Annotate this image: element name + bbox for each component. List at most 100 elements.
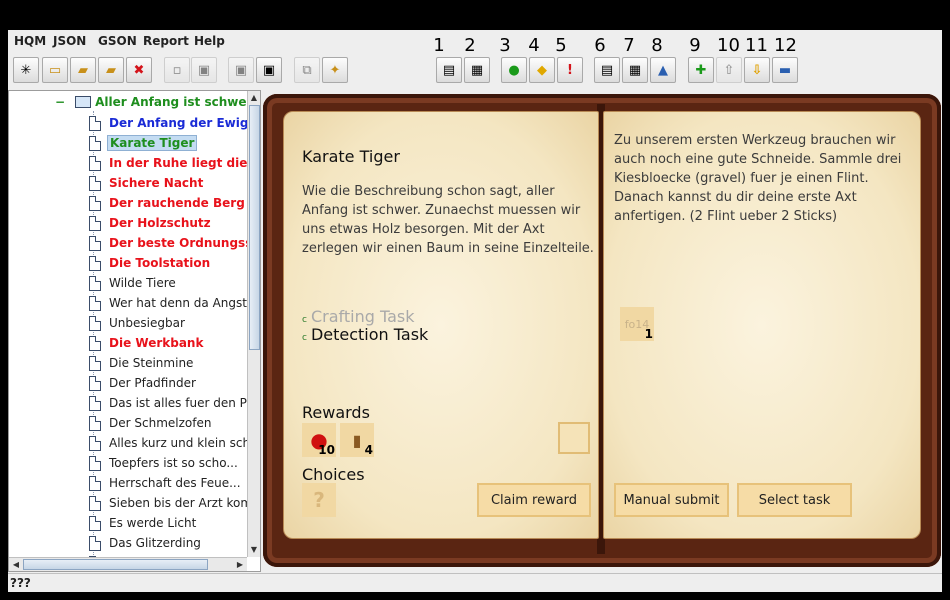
open-set-button[interactable]: ▰ [70, 57, 96, 83]
tree-root-label: Aller Anfang ist schwer [95, 95, 253, 109]
claim-reward-button[interactable]: Claim reward [477, 483, 591, 517]
open-button[interactable]: ▰ [98, 57, 124, 83]
reward-count: 10 [318, 443, 335, 457]
tree-item-label: Herrschaft des Feue... [109, 476, 241, 490]
file-icon [89, 155, 101, 171]
tree-item[interactable]: Der beste Ordnungssinn [89, 233, 260, 253]
tool-9-button[interactable]: ✚ [688, 57, 714, 83]
tree-horizontal-scroll-thumb[interactable] [23, 559, 208, 570]
tree-root-node[interactable]: − Aller Anfang ist schwer [55, 93, 252, 111]
file-icon [89, 255, 101, 271]
reward-empty-slot[interactable] [558, 422, 590, 454]
file-icon [89, 435, 101, 451]
tree-item-label: Unbesiegbar [109, 316, 185, 330]
tree-item[interactable]: Die Toolstation [89, 253, 212, 273]
file-icon [89, 475, 101, 491]
open-json-button[interactable]: ▭ [42, 57, 68, 83]
tree-item[interactable]: Sichere Nacht [89, 173, 205, 193]
tree-item[interactable]: Der Schmelzofen [89, 413, 213, 433]
star-folder-button[interactable]: ✦ [322, 57, 348, 83]
tree-item-label: Das ist alles fuer den Pot [109, 396, 259, 410]
close-button[interactable]: ✖ [126, 57, 152, 83]
new-file-button[interactable]: ✳ [13, 57, 39, 83]
tree-item[interactable]: Toepfers ist so scho... [89, 453, 240, 473]
tool-8-button[interactable]: ▲ [650, 57, 676, 83]
quest-description: Wie die Beschreibung schon sagt, aller A… [302, 184, 594, 256]
task-crafting[interactable]: c Crafting Task [302, 307, 415, 326]
reward-count: 4 [364, 443, 373, 457]
tool-1-button[interactable]: ▤ [436, 57, 462, 83]
tool-10-button[interactable]: ⇧ [716, 57, 742, 83]
disabled-button-2[interactable]: ▣ [228, 57, 254, 83]
green-dot-icon: ● [508, 62, 520, 78]
tool-6-button[interactable]: ▤ [594, 57, 620, 83]
number-label: 4 [528, 35, 540, 56]
tree-item[interactable]: Es werde Licht [89, 513, 198, 533]
task-mark: c [302, 333, 307, 343]
item-count: 1 [644, 327, 653, 341]
collapse-icon[interactable]: − [55, 95, 65, 109]
question-icon: ? [313, 488, 325, 512]
tree-item[interactable]: Die Werkbank [89, 333, 205, 353]
arrow-up-icon: ⇧ [723, 62, 735, 78]
tree-item-label: Es werde Licht [109, 516, 197, 530]
tree-item-label: Wer hat denn da Angst? [109, 296, 254, 310]
manual-submit-button[interactable]: Manual submit [614, 483, 729, 517]
triangle-up-icon: ▲ [658, 62, 668, 78]
reward-torch[interactable]: ▮ 4 [340, 423, 374, 457]
tree-vertical-scroll-thumb[interactable] [249, 105, 260, 350]
task-detection[interactable]: c Detection Task [302, 325, 428, 344]
file-icon [89, 495, 101, 511]
tool-2-button[interactable]: ▦ [464, 57, 490, 83]
scroll-left-icon[interactable]: ◀ [10, 559, 22, 571]
save-as-button[interactable]: ▣ [191, 57, 217, 83]
tool-12-button[interactable]: ▬ [772, 57, 798, 83]
link-button[interactable]: ⧉ [294, 57, 320, 83]
tree-item[interactable]: Wilde Tiere [89, 273, 178, 293]
blank-icon: ▫ [172, 62, 182, 78]
tree-item[interactable]: Der Pfadfinder [89, 373, 198, 393]
tree-item[interactable]: Der Holzschutz [89, 213, 213, 233]
scroll-right-icon[interactable]: ▶ [234, 559, 246, 571]
tree-item[interactable]: Wer hat denn da Angst? [89, 293, 255, 313]
status-text: ??? [10, 576, 31, 590]
select-task-button[interactable]: Select task [737, 483, 852, 517]
tool-11-button[interactable]: ⇩ [744, 57, 770, 83]
tree-horizontal-scrollbar[interactable]: ◀ ▶ [9, 557, 247, 571]
save-button[interactable]: ▣ [256, 57, 282, 83]
tree-vertical-scrollbar[interactable]: ▲ ▼ [247, 91, 260, 557]
tree-item[interactable]: Die Steinmine [89, 353, 195, 373]
tree-item[interactable]: Unbesiegbar [89, 313, 187, 333]
tree-item[interactable]: Das Glitzerding [89, 533, 203, 553]
number-label: 9 [689, 35, 701, 56]
choice-slot[interactable]: ? [302, 483, 336, 517]
task-mark: c [302, 315, 307, 325]
file-icon [89, 215, 101, 231]
rewards-heading: Rewards [302, 403, 370, 422]
tree-item[interactable]: Alles kurz und klein schlagen [89, 433, 260, 453]
tree-item[interactable]: Herrschaft des Feue... [89, 473, 243, 493]
remove-icon: ▬ [778, 62, 792, 78]
tool-5-button[interactable]: ! [557, 57, 583, 83]
number-label: 12 [774, 35, 797, 56]
tree-item[interactable]: Der rauchende Berg [89, 193, 247, 213]
scroll-up-icon[interactable]: ▲ [248, 92, 260, 104]
task-item-slot[interactable]: fo14 1 [620, 307, 654, 341]
tool-7-button[interactable]: ▦ [622, 57, 648, 83]
scroll-down-icon[interactable]: ▼ [248, 544, 260, 556]
reward-apple[interactable]: ● 10 [302, 423, 336, 457]
file-icon [89, 275, 101, 291]
arrow-down-icon: ⇩ [751, 62, 763, 78]
tree-item[interactable]: Karate Tiger [89, 133, 198, 153]
disabled-button-1[interactable]: ▫ [164, 57, 190, 83]
tree-item[interactable]: In der Ruhe liegt die Kraft [89, 153, 260, 173]
tree-item[interactable]: Das ist alles fuer den Pot [89, 393, 260, 413]
tree-item[interactable]: Sieben bis der Arzt kommt [89, 493, 261, 513]
tool-3-button[interactable]: ● [501, 57, 527, 83]
file-icon [89, 375, 101, 391]
tool-4-button[interactable]: ◆ [529, 57, 555, 83]
tree-item-label: Sieben bis der Arzt kommt [109, 496, 261, 510]
tree-item[interactable]: Der Anfang der Ewigkeit [89, 113, 260, 133]
number-label: 7 [623, 35, 635, 56]
number-label: 3 [499, 35, 511, 56]
